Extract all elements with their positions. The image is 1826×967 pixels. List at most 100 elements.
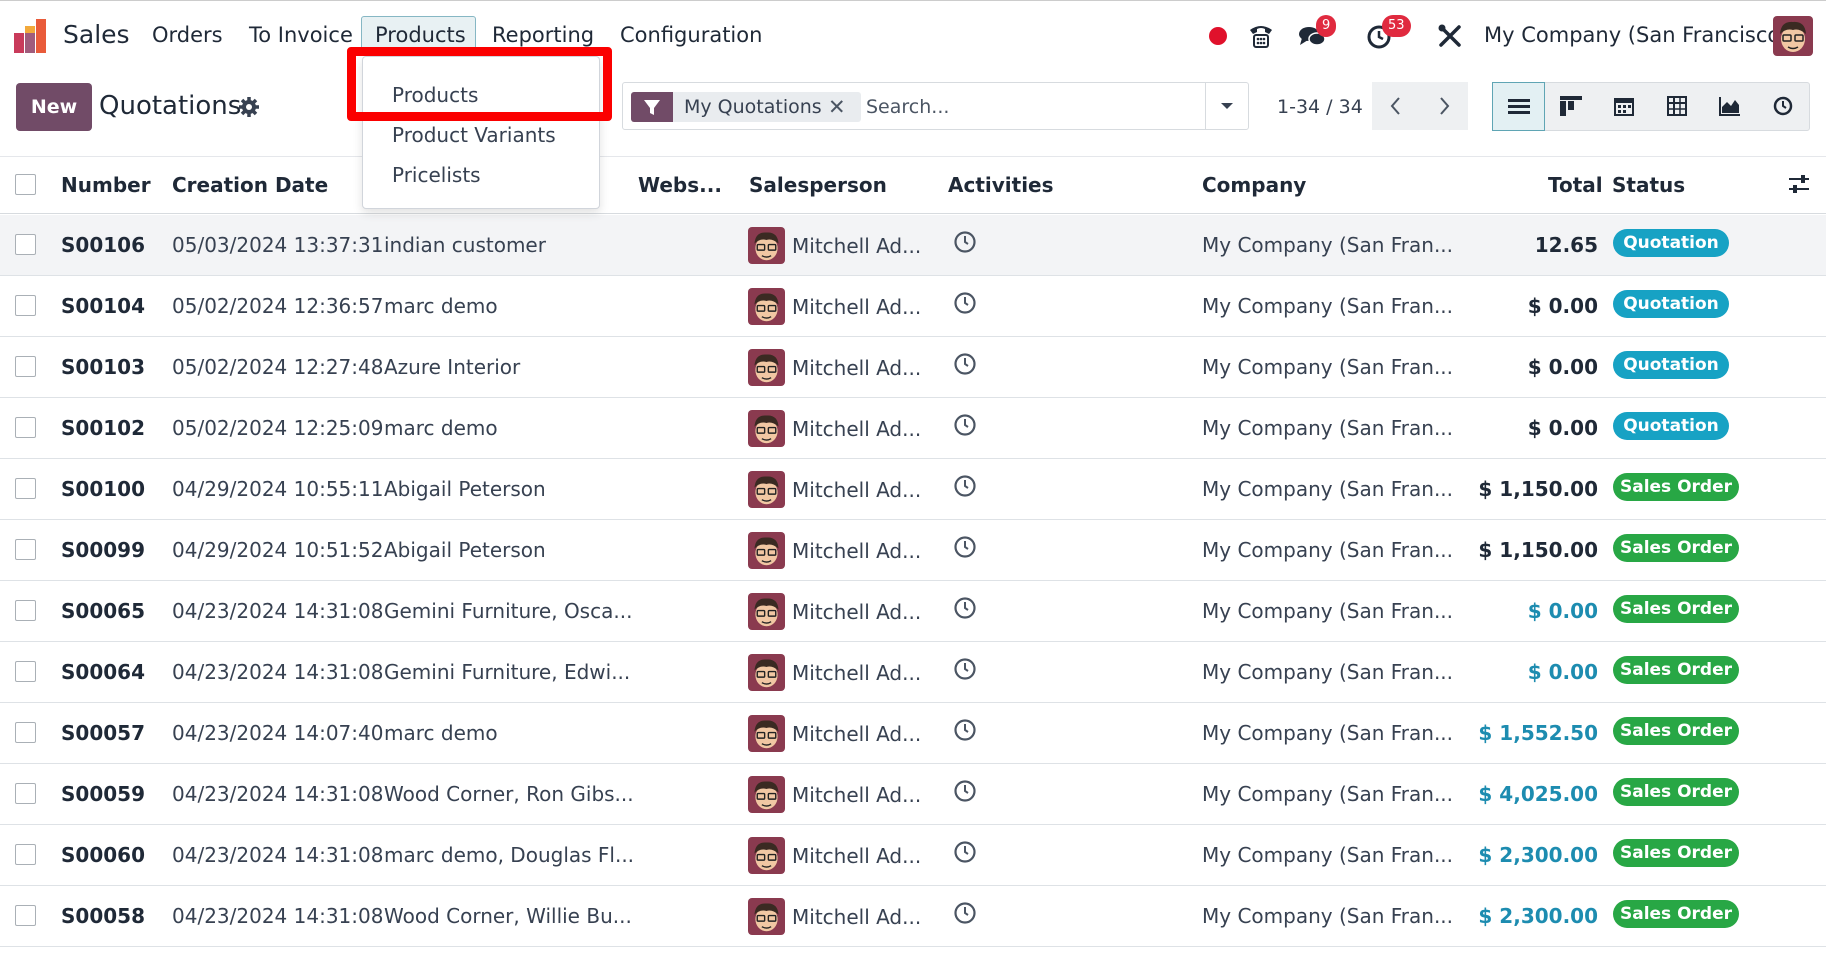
company-name: My Company (San Fran...: [1202, 904, 1454, 928]
activities-badge: 53: [1382, 15, 1411, 37]
activity-clock-icon[interactable]: [953, 230, 977, 254]
menu-reporting[interactable]: Reporting: [492, 20, 594, 50]
row-checkbox[interactable]: [15, 295, 36, 316]
customer-name: indian customer: [384, 233, 546, 257]
activity-view-button[interactable]: [1757, 82, 1810, 131]
row-checkbox[interactable]: [15, 905, 36, 926]
row-checkbox[interactable]: [15, 661, 36, 682]
pager-previous-button[interactable]: [1372, 82, 1420, 130]
record-indicator-icon[interactable]: [1209, 27, 1227, 45]
chevron-right-icon: [1440, 97, 1450, 115]
order-number: S00057: [61, 721, 145, 745]
creation-date: 04/23/2024 14:31:08: [172, 904, 384, 928]
phone-icon[interactable]: [1247, 22, 1275, 50]
row-checkbox[interactable]: [15, 539, 36, 560]
select-all-checkbox[interactable]: [15, 174, 36, 195]
status-badge: Sales Order: [1613, 656, 1739, 684]
sales-app-icon[interactable]: [14, 19, 48, 53]
activity-clock-icon[interactable]: [953, 413, 977, 437]
activity-clock-icon[interactable]: [953, 352, 977, 376]
status-badge: Sales Order: [1613, 534, 1739, 562]
activity-clock-icon[interactable]: [953, 535, 977, 559]
row-checkbox[interactable]: [15, 600, 36, 621]
company-name: My Company (San Fran...: [1202, 660, 1454, 684]
creation-date: 05/02/2024 12:36:57: [172, 294, 384, 318]
company-name: My Company (San Fran...: [1202, 538, 1454, 562]
customer-name: Abigail Peterson: [384, 538, 546, 562]
company-switcher[interactable]: My Company (San Francisco): [1484, 20, 1788, 50]
calendar-view-button[interactable]: [1598, 82, 1651, 131]
row-checkbox[interactable]: [15, 234, 36, 255]
column-website[interactable]: Webs...: [638, 172, 722, 198]
activity-clock-icon[interactable]: [953, 718, 977, 742]
column-creation-date[interactable]: Creation Date: [172, 172, 328, 198]
column-total[interactable]: Total: [1548, 172, 1603, 198]
row-checkbox[interactable]: [15, 844, 36, 865]
company-name: My Company (San Fran...: [1202, 233, 1454, 257]
pager-next-button[interactable]: [1420, 82, 1468, 130]
menu-products[interactable]: Products: [375, 20, 466, 50]
salesperson-avatar: [748, 776, 785, 813]
activity-clock-icon[interactable]: [953, 779, 977, 803]
kanban-icon: [1560, 96, 1582, 116]
status-badge: Quotation: [1613, 351, 1729, 379]
creation-date: 05/02/2024 12:25:09: [172, 416, 384, 440]
dropdown-item-product-variants[interactable]: Product Variants: [392, 122, 556, 148]
activity-clock-icon[interactable]: [953, 901, 977, 925]
salesperson-name: Mitchell Ad...: [792, 905, 922, 929]
column-number[interactable]: Number: [61, 172, 151, 198]
order-total: $ 0.00: [1527, 416, 1598, 440]
row-checkbox[interactable]: [15, 478, 36, 499]
menu-to-invoice[interactable]: To Invoice: [249, 20, 353, 50]
customer-name: Gemini Furniture, Edwi...: [384, 660, 631, 684]
column-company[interactable]: Company: [1202, 172, 1306, 198]
menu-orders[interactable]: Orders: [152, 20, 223, 50]
search-input[interactable]: [866, 92, 1202, 122]
facet-remove-icon[interactable]: ✕: [828, 93, 846, 121]
activity-clock-icon[interactable]: [953, 657, 977, 681]
column-salesperson[interactable]: Salesperson: [749, 172, 887, 198]
menu-configuration[interactable]: Configuration: [620, 20, 762, 50]
pager-value[interactable]: 1-34 / 34: [1277, 93, 1363, 121]
app-brand[interactable]: Sales: [63, 20, 130, 50]
list-icon: [1508, 99, 1530, 114]
pivot-view-button[interactable]: [1651, 82, 1704, 131]
salesperson-name: Mitchell Ad...: [792, 783, 922, 807]
creation-date: 04/23/2024 14:07:40: [172, 721, 384, 745]
filter-icon: [631, 92, 673, 122]
row-checkbox[interactable]: [15, 417, 36, 438]
debug-tools-icon[interactable]: [1436, 22, 1464, 50]
creation-date: 04/23/2024 14:31:08: [172, 843, 384, 867]
order-number: S00102: [61, 416, 145, 440]
column-activities[interactable]: Activities: [948, 172, 1054, 198]
salesperson-avatar: [748, 349, 785, 386]
activity-clock-icon[interactable]: [953, 840, 977, 864]
salesperson-name: Mitchell Ad...: [792, 844, 922, 868]
pivot-table-icon: [1667, 96, 1687, 116]
row-checkbox[interactable]: [15, 356, 36, 377]
gear-icon[interactable]: [238, 96, 260, 118]
activity-clock-icon[interactable]: [953, 474, 977, 498]
company-name: My Company (San Fran...: [1202, 294, 1454, 318]
new-button[interactable]: New: [16, 83, 92, 131]
order-total: $ 4,025.00: [1478, 782, 1598, 806]
column-status[interactable]: Status: [1612, 172, 1685, 198]
optional-columns-icon[interactable]: [1787, 173, 1811, 195]
company-name: My Company (San Fran...: [1202, 843, 1454, 867]
creation-date: 04/23/2024 14:31:08: [172, 660, 384, 684]
row-checkbox[interactable]: [15, 722, 36, 743]
customer-name: Wood Corner, Willie Bu...: [384, 904, 632, 928]
row-checkbox[interactable]: [15, 783, 36, 804]
activity-clock-icon[interactable]: [953, 596, 977, 620]
list-view-button[interactable]: [1492, 82, 1545, 131]
kanban-view-button[interactable]: [1545, 82, 1598, 131]
order-number: S00060: [61, 843, 145, 867]
activity-clock-icon[interactable]: [953, 291, 977, 315]
dropdown-item-pricelists[interactable]: Pricelists: [392, 162, 481, 188]
graph-view-button[interactable]: [1704, 82, 1757, 131]
status-badge: Sales Order: [1613, 717, 1739, 745]
salesperson-name: Mitchell Ad...: [792, 722, 922, 746]
order-number: S00099: [61, 538, 145, 562]
user-avatar[interactable]: [1773, 16, 1813, 56]
search-options-toggle[interactable]: [1205, 82, 1249, 130]
